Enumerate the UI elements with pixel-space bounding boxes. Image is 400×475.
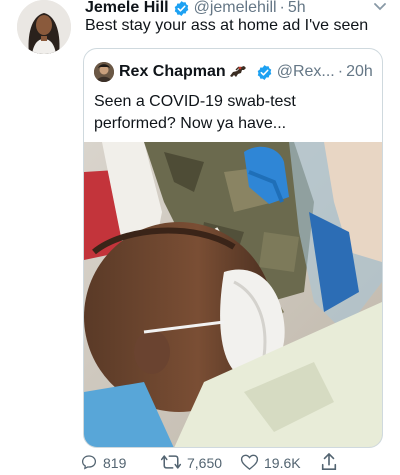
quoted-author-name[interactable]: Rex Chapman: [119, 63, 226, 81]
like-icon: [240, 453, 264, 474]
retweet-count: 7,650: [187, 455, 223, 471]
quoted-tweet-header: Rex Chapman @Rex... · 20h: [94, 61, 373, 83]
author-handle[interactable]: @jemelehill: [194, 0, 277, 17]
tweet-text: Best stay your ass at home ad I've seen: [85, 17, 369, 34]
chevron-down-icon[interactable]: [372, 0, 388, 12]
quoted-author-handle[interactable]: @Rex...: [277, 63, 335, 81]
tweet-actions: 819 7,650 19.6K: [80, 452, 400, 474]
quoted-tweet-text: Seen a COVID-19 swab-test performed? Now…: [94, 93, 296, 132]
retweet-icon: [160, 453, 187, 474]
separator-dot: ·: [279, 0, 285, 16]
reply-count: 819: [103, 455, 127, 471]
share-icon: [320, 452, 343, 475]
horse-emoji-icon: [228, 64, 248, 80]
retweet-button[interactable]: 7,650: [160, 452, 222, 474]
quoted-tweet-time[interactable]: 20h: [346, 63, 373, 81]
like-count: 19.6K: [264, 455, 301, 471]
like-button[interactable]: 19.6K: [240, 452, 301, 474]
reply-button[interactable]: 819: [80, 452, 126, 474]
quoted-separator-dot: ·: [337, 63, 344, 80]
share-button[interactable]: [320, 452, 343, 474]
tweet-time[interactable]: 5h: [288, 0, 306, 17]
verified-badge-icon: [173, 0, 190, 17]
author-avatar[interactable]: [17, 0, 71, 54]
quoted-verified-badge-icon: [256, 64, 273, 81]
author-name[interactable]: Jemele Hill: [85, 0, 169, 17]
quoted-tweet[interactable]: Rex Chapman @Rex... · 20h Seen a COVID-1…: [83, 48, 383, 448]
reply-icon: [80, 453, 103, 474]
quoted-video-thumbnail[interactable]: [84, 142, 382, 447]
quoted-author-avatar[interactable]: [94, 62, 114, 82]
